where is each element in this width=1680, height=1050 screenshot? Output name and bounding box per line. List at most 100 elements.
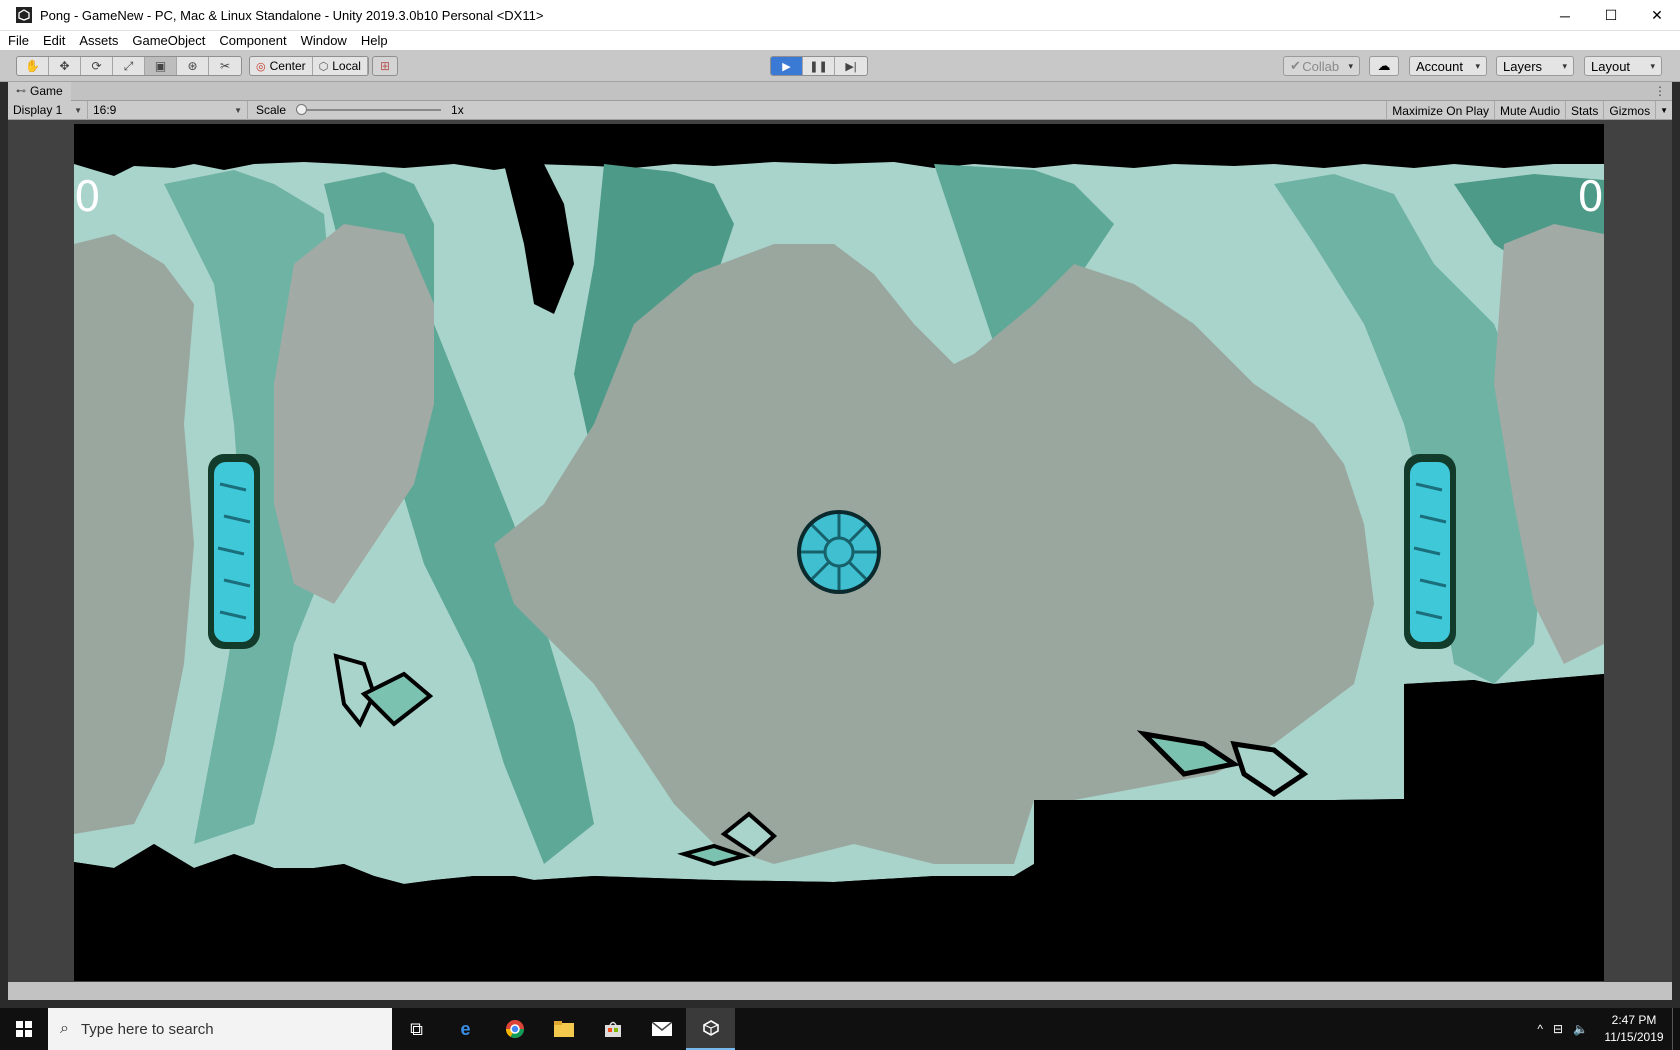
chevron-down-icon: ▼ bbox=[234, 105, 242, 115]
menu-edit[interactable]: Edit bbox=[43, 33, 65, 48]
tab-game[interactable]: ⊷ Game bbox=[8, 81, 71, 101]
gizmos-dropdown[interactable]: ▼ bbox=[1655, 101, 1672, 120]
clock-time: 2:47 PM bbox=[1611, 1013, 1657, 1027]
play-button[interactable]: ▶ bbox=[771, 57, 803, 75]
scale-control: Scale 1x bbox=[248, 101, 464, 120]
unity-icon[interactable] bbox=[686, 1008, 735, 1050]
transform-tool-icon[interactable]: ⊛ bbox=[177, 57, 209, 75]
game-viewport[interactable]: 0 0 bbox=[74, 124, 1604, 981]
layout-dropdown[interactable]: Layout ▾ bbox=[1584, 56, 1662, 76]
rect-tool-icon[interactable]: ▣ bbox=[145, 57, 177, 75]
main-toolbar: ✋ ✥ ⟳ ⤢ ▣ ⊛ ✂ ◎ Center ⬡ Local ⊞ ▶ ❚❚ ▶| ✔… bbox=[0, 50, 1680, 82]
task-view-icon[interactable]: ⧉ bbox=[392, 1008, 441, 1050]
windows-logo-icon bbox=[16, 1021, 32, 1037]
search-placeholder: Type here to search bbox=[80, 1020, 214, 1038]
pivot-mode-button[interactable]: ◎ Center bbox=[250, 57, 313, 75]
transform-tools: ✋ ✥ ⟳ ⤢ ▣ ⊛ ✂ bbox=[16, 56, 242, 76]
account-dropdown[interactable]: Account ▾ bbox=[1409, 56, 1487, 76]
aspect-label: 16:9 bbox=[93, 103, 117, 117]
stats-button[interactable]: Stats bbox=[1565, 101, 1603, 120]
unity-logo-icon bbox=[16, 7, 32, 23]
window-title-bar: Pong - GameNew - PC, Mac & Linux Standal… bbox=[0, 0, 1680, 31]
mute-audio-button[interactable]: Mute Audio bbox=[1494, 101, 1565, 120]
game-view-footer bbox=[8, 982, 1672, 1000]
window-title: Pong - GameNew - PC, Mac & Linux Standal… bbox=[40, 7, 544, 23]
display-dropdown[interactable]: Display 1 ▼ bbox=[8, 100, 88, 120]
start-button[interactable] bbox=[0, 1008, 48, 1050]
clock-date: 11/15/2019 bbox=[1604, 1030, 1664, 1044]
minimize-button[interactable]: ─ bbox=[1542, 0, 1588, 31]
step-icon: ▶| bbox=[845, 60, 857, 73]
menu-bar: File Edit Assets GameObject Component Wi… bbox=[0, 31, 1680, 50]
chevron-down-icon: ▼ bbox=[74, 105, 82, 115]
playback-controls: ▶ ❚❚ ▶| bbox=[770, 56, 868, 76]
move-tool-icon[interactable]: ✥ bbox=[49, 57, 81, 75]
cave-scene bbox=[74, 162, 1604, 981]
account-label: Account bbox=[1416, 58, 1463, 74]
layers-label: Layers bbox=[1503, 58, 1543, 74]
maximize-on-play-button[interactable]: Maximize On Play bbox=[1386, 101, 1494, 120]
gizmos-button[interactable]: Gizmos bbox=[1603, 101, 1655, 120]
menu-help[interactable]: Help bbox=[361, 33, 388, 48]
search-icon: ⌕ bbox=[60, 1020, 69, 1037]
menu-window[interactable]: Window bbox=[301, 33, 347, 48]
pivot-center-icon: ◎ bbox=[256, 60, 266, 73]
step-button[interactable]: ▶| bbox=[835, 57, 867, 75]
cloud-icon: ☁ bbox=[1377, 58, 1391, 73]
chevron-down-icon: ▼ bbox=[1660, 106, 1668, 115]
rotate-tool-icon[interactable]: ⟳ bbox=[81, 57, 113, 75]
system-tray: ^ ⊟ 🔈 2:47 PM 11/15/2019 bbox=[1537, 1008, 1680, 1050]
file-explorer-icon[interactable] bbox=[539, 1008, 588, 1050]
game-view-toolbar: Display 1 ▼ 16:9 ▼ Scale 1x Maximize On … bbox=[8, 100, 1672, 120]
menu-file[interactable]: File bbox=[8, 33, 29, 48]
chevron-down-icon: ▾ bbox=[1475, 60, 1480, 71]
gamepad-icon: ⊷ bbox=[16, 85, 26, 97]
menu-component[interactable]: Component bbox=[219, 33, 286, 48]
chevron-up-icon[interactable]: ^ bbox=[1537, 1022, 1543, 1036]
cloud-button[interactable]: ☁ bbox=[1369, 56, 1399, 76]
pause-button[interactable]: ❚❚ bbox=[803, 57, 835, 75]
hand-tool-icon[interactable]: ✋ bbox=[17, 57, 49, 75]
pivot-rotation-label: Local bbox=[332, 59, 361, 73]
tab-menu-icon[interactable]: ⋮ bbox=[1654, 84, 1666, 98]
chrome-icon[interactable] bbox=[490, 1008, 539, 1050]
mail-icon[interactable] bbox=[637, 1008, 686, 1050]
score-right: 0 bbox=[1577, 172, 1604, 221]
chevron-down-icon: ▾ bbox=[1348, 60, 1353, 71]
pivot-toggles: ◎ Center ⬡ Local bbox=[249, 56, 369, 76]
taskbar-search[interactable]: ⌕ Type here to search bbox=[48, 1008, 392, 1050]
pivot-mode-label: Center bbox=[269, 59, 306, 73]
show-desktop-button[interactable] bbox=[1672, 1008, 1680, 1050]
pause-icon: ❚❚ bbox=[809, 60, 828, 73]
snap-toggle: ⊞ bbox=[372, 56, 398, 76]
collab-label: Collab bbox=[1302, 58, 1340, 74]
display-label: Display 1 bbox=[13, 103, 63, 117]
close-button[interactable]: ✕ bbox=[1634, 0, 1680, 31]
ball bbox=[797, 510, 881, 594]
check-icon: ✔ bbox=[1290, 58, 1301, 73]
volume-icon[interactable]: 🔈 bbox=[1573, 1022, 1588, 1036]
collab-button[interactable]: ✔ Collab ▾ bbox=[1283, 56, 1360, 76]
grid-snap-icon[interactable]: ⊞ bbox=[373, 57, 397, 75]
score-left: 0 bbox=[74, 172, 101, 221]
scale-label: Scale bbox=[256, 103, 287, 117]
menu-assets[interactable]: Assets bbox=[79, 33, 118, 48]
local-cube-icon: ⬡ bbox=[318, 60, 329, 73]
scale-slider[interactable] bbox=[296, 104, 442, 115]
layout-label: Layout bbox=[1591, 58, 1631, 74]
chevron-down-icon: ▾ bbox=[1562, 60, 1567, 71]
scale-slider-thumb[interactable] bbox=[296, 104, 308, 115]
pivot-rotation-button[interactable]: ⬡ Local bbox=[313, 57, 368, 75]
scale-tool-icon[interactable]: ⤢ bbox=[113, 57, 145, 75]
right-paddle bbox=[1404, 454, 1456, 649]
network-icon[interactable]: ⊟ bbox=[1553, 1022, 1563, 1036]
layers-dropdown[interactable]: Layers ▾ bbox=[1496, 56, 1574, 76]
taskbar-clock[interactable]: 2:47 PM 11/15/2019 bbox=[1598, 1012, 1670, 1046]
store-icon[interactable] bbox=[588, 1008, 637, 1050]
custom-tool-icon[interactable]: ✂ bbox=[209, 57, 241, 75]
maximize-button[interactable]: ☐ bbox=[1588, 0, 1634, 31]
play-icon: ▶ bbox=[782, 60, 791, 73]
aspect-dropdown[interactable]: 16:9 ▼ bbox=[88, 100, 248, 120]
edge-icon[interactable]: e bbox=[441, 1008, 490, 1050]
menu-gameobject[interactable]: GameObject bbox=[132, 33, 205, 48]
